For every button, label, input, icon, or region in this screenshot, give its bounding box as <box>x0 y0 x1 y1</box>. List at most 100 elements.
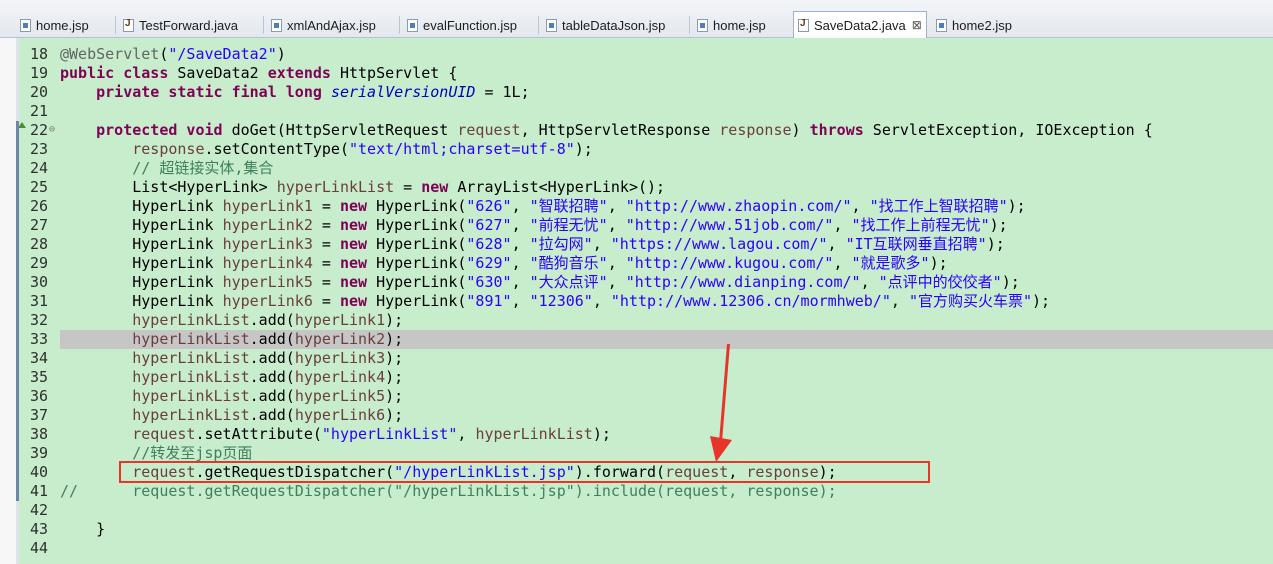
code-token: , <box>833 216 852 234</box>
code-token: , <box>592 235 611 253</box>
code-text: hyperLinkList.add(hyperLink1); <box>60 311 403 330</box>
java-file-icon <box>798 18 809 32</box>
code-token: .add( <box>249 349 295 367</box>
code-token: new <box>339 235 368 253</box>
fold-collapse-icon[interactable]: ⊖ <box>49 124 55 135</box>
code-line[interactable]: 43 } <box>0 520 1273 539</box>
code-token: hyperLink6 <box>222 292 313 310</box>
code-token: .setAttribute( <box>195 425 322 443</box>
tab-label: home.jsp <box>713 17 766 33</box>
code-token: "http://www.12306.cn/mormhweb/" <box>610 292 891 310</box>
code-token: ); <box>986 235 1005 253</box>
code-token: HyperLink <box>60 254 223 272</box>
code-line[interactable]: 29 HyperLink hyperLink4 = new HyperLink(… <box>0 254 1273 273</box>
code-token: "hyperLinkList" <box>321 425 458 443</box>
code-token: ); <box>574 140 593 158</box>
line-number: 39 <box>29 444 48 462</box>
code-token: "text/html;charset=utf-8" <box>349 140 575 158</box>
code-token: "找工作上前程无忧" <box>851 216 990 234</box>
code-line[interactable]: 22 ⊖ protected void doGet(HttpServletRequ… <box>0 121 1273 140</box>
code-line[interactable]: 32 hyperLinkList.add(hyperLink1); <box>0 311 1273 330</box>
code-line[interactable]: 34 hyperLinkList.add(hyperLink3); <box>0 349 1273 368</box>
code-token: hyperLinkList <box>132 368 250 386</box>
code-token: hyperLink3 <box>294 349 386 367</box>
code-token: , <box>511 292 530 310</box>
code-token: "https://www.lagou.com/" <box>610 235 828 253</box>
code-token: "/SaveData2" <box>168 45 277 63</box>
code-line[interactable]: 41 // request.getRequestDispatcher("/hype… <box>0 482 1273 501</box>
line-number: 32 <box>29 311 48 329</box>
code-line[interactable]: 35 hyperLinkList.add(hyperLink4); <box>0 368 1273 387</box>
line-number: 23 <box>29 140 48 158</box>
code-token: "628" <box>466 235 512 253</box>
code-line[interactable]: 23 response.setContentType("text/html;ch… <box>0 140 1273 159</box>
tab-xmlandajax-jsp[interactable]: xmlAndAjax.jsp <box>271 13 376 37</box>
line-number: 42 <box>29 501 48 519</box>
code-line[interactable]: 28 HyperLink hyperLink3 = new HyperLink(… <box>0 235 1273 254</box>
code-line[interactable]: 36 hyperLinkList.add(hyperLink5); <box>0 387 1273 406</box>
code-text: hyperLinkList.add(hyperLink6); <box>60 406 403 425</box>
code-token: HyperLink <box>60 216 223 234</box>
code-token: "http://www.dianping.com/" <box>625 273 861 291</box>
code-token: "找工作上智联招聘" <box>869 197 1008 215</box>
line-number: 43 <box>29 520 48 538</box>
code-token: , <box>607 216 626 234</box>
tab-tabledatajson-jsp[interactable]: tableDataJson.jsp <box>546 13 665 37</box>
code-line[interactable]: 31 HyperLink hyperLink6 = new HyperLink(… <box>0 292 1273 311</box>
code-editor[interactable]: 18 @WebServlet("/SaveData2") 19 public clas… <box>0 38 1273 564</box>
code-text: HyperLink hyperLink4 = new HyperLink("62… <box>60 254 947 273</box>
tab-home-jsp[interactable]: home.jsp <box>697 13 766 37</box>
code-line[interactable]: 42 <box>0 501 1273 520</box>
code-line[interactable]: 21 <box>0 102 1273 121</box>
line-number: 28 <box>29 235 48 253</box>
code-line[interactable]: 19 public class SaveData2 extends HttpSer… <box>0 64 1273 83</box>
code-token: new <box>339 292 368 310</box>
code-text: hyperLinkList.add(hyperLink5); <box>60 387 403 406</box>
line-number: 30 <box>29 273 48 291</box>
close-tab-icon[interactable]: ⊠ <box>912 18 922 32</box>
code-token: .setContentType( <box>204 140 350 158</box>
code-line[interactable]: 24 // 超链接实体,集合 <box>0 159 1273 178</box>
code-token: hyperLink3 <box>222 235 313 253</box>
tab-testforward-java[interactable]: TestForward.java <box>123 13 238 37</box>
code-token: , <box>860 273 879 291</box>
code-line[interactable]: 37 hyperLinkList.add(hyperLink6); <box>0 406 1273 425</box>
code-token: response <box>132 140 205 158</box>
code-token: , <box>511 273 530 291</box>
jsp-file-icon <box>697 18 708 32</box>
tab-evalfunction-jsp[interactable]: evalFunction.jsp <box>407 13 517 37</box>
code-line[interactable]: 27 HyperLink hyperLink2 = new HyperLink(… <box>0 216 1273 235</box>
tab-home-jsp[interactable]: home.jsp <box>20 13 89 37</box>
override-marker-icon[interactable] <box>18 122 26 128</box>
code-token: } <box>60 520 106 538</box>
tab-savedata2-java[interactable]: SaveData2.java ⊠ <box>793 11 927 38</box>
code-token: "630" <box>466 273 512 291</box>
jsp-file-icon <box>936 18 947 32</box>
code-line[interactable]: 25 List<HyperLink> hyperLinkList = new A… <box>0 178 1273 197</box>
line-number: 38 <box>29 425 48 443</box>
code-line[interactable]: 18 @WebServlet("/SaveData2") <box>0 45 1273 64</box>
code-token: .add( <box>249 311 295 329</box>
code-line[interactable]: 20 private static final long serialVersi… <box>0 83 1273 102</box>
code-token: response <box>719 121 792 139</box>
tab-home2-jsp[interactable]: home2.jsp <box>936 13 1012 37</box>
code-token: "大众点评" <box>529 273 608 291</box>
line-number: 40 <box>29 463 48 481</box>
code-line[interactable]: 30 HyperLink hyperLink5 = new HyperLink(… <box>0 273 1273 292</box>
code-token: request <box>132 425 196 443</box>
code-line[interactable]: 44 <box>0 539 1273 558</box>
code-token: new <box>339 254 368 272</box>
code-token: new <box>339 197 368 215</box>
code-line[interactable]: 38 request.setAttribute("hyperLinkList",… <box>0 425 1273 444</box>
code-token: .add( <box>249 387 295 405</box>
line-number: 18 <box>29 45 48 63</box>
code-line[interactable]: 26 HyperLink hyperLink1 = new HyperLink(… <box>0 197 1273 216</box>
code-token: , <box>592 292 611 310</box>
jsp-file-icon <box>546 18 557 32</box>
code-token: private static final long <box>96 83 322 101</box>
code-line[interactable]: 33 hyperLinkList.add(hyperLink2); <box>0 330 1273 349</box>
code-token: throws <box>809 121 864 139</box>
